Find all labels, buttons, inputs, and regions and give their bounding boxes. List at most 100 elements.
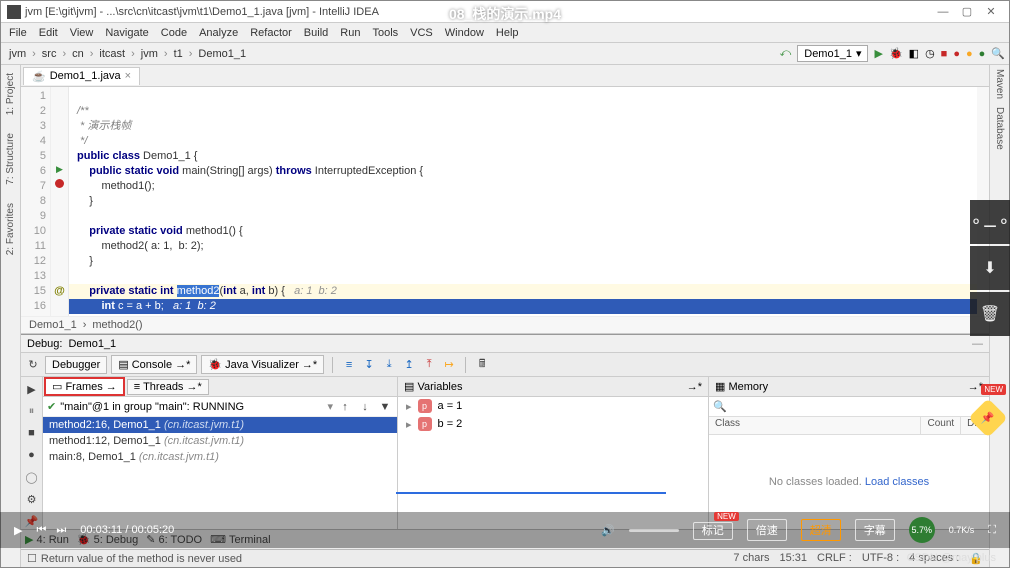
menu-vcs[interactable]: VCS bbox=[404, 25, 439, 41]
step-over-icon[interactable]: ≡ bbox=[341, 357, 357, 373]
crumb-jvm2[interactable]: jvm bbox=[137, 47, 162, 61]
tab-structure[interactable]: 7: Structure bbox=[4, 129, 17, 189]
tab-maven[interactable]: Maven bbox=[993, 65, 1006, 103]
filter-icon[interactable]: ▼ bbox=[377, 399, 393, 415]
tab-debug2[interactable]: 🐞5: Debug bbox=[77, 533, 138, 546]
force-step-icon[interactable]: ⤓ bbox=[381, 357, 397, 373]
debug-close-icon[interactable]: — bbox=[972, 338, 983, 350]
thread-combo[interactable]: "main"@1 in group "main": RUNNING bbox=[60, 401, 323, 413]
menu-file[interactable]: File bbox=[3, 25, 33, 41]
frame-item[interactable]: main:8, Demo1_1 (cn.itcast.jvm.t1) bbox=[43, 449, 397, 465]
drop-frame-icon[interactable]: ⤒ bbox=[421, 357, 437, 373]
frame-item[interactable]: method1:12, Demo1_1 (cn.itcast.jvm.t1) bbox=[43, 433, 397, 449]
menu-analyze[interactable]: Analyze bbox=[193, 25, 244, 41]
coverage-icon[interactable]: ◧ bbox=[909, 47, 919, 60]
frames-tab[interactable]: ▭ Frames → bbox=[44, 377, 125, 396]
stop-icon[interactable]: ■ bbox=[941, 48, 948, 60]
crumb-t1[interactable]: t1 bbox=[170, 47, 187, 61]
video-side-tools: ⚬⚊⚬ ⬇ 🗑 bbox=[970, 200, 1010, 336]
lock-icon[interactable]: 🔒 bbox=[969, 552, 983, 565]
load-classes-link[interactable]: Load classes bbox=[865, 476, 929, 488]
menu-view[interactable]: View bbox=[64, 25, 100, 41]
view-bp-icon[interactable]: ● bbox=[24, 447, 40, 463]
next-frame-icon[interactable]: ↓ bbox=[357, 399, 373, 415]
share-icon[interactable]: ⚬⚊⚬ bbox=[970, 200, 1010, 244]
crumb-cn[interactable]: cn bbox=[68, 47, 88, 61]
tab-terminal[interactable]: ⌨Terminal bbox=[210, 533, 270, 546]
profile-icon[interactable]: ◷ bbox=[925, 47, 935, 60]
line-numbers: 123456789101112131516171819 bbox=[21, 87, 51, 316]
crumb-itcast[interactable]: itcast bbox=[95, 47, 129, 61]
mute-bp-icon[interactable]: ◯ bbox=[24, 469, 40, 485]
mem-col-class[interactable]: Class bbox=[709, 417, 921, 434]
step-into-icon[interactable]: ↧ bbox=[361, 357, 377, 373]
code-editor[interactable]: 123456789101112131516171819 ▶@ /** * 演示栈… bbox=[21, 87, 989, 316]
mem-label: Memory bbox=[728, 381, 768, 393]
menu-navigate[interactable]: Navigate bbox=[99, 25, 154, 41]
delete-icon[interactable]: 🗑 bbox=[970, 292, 1010, 336]
editor-tabs: ☕ Demo1_1.java × bbox=[21, 65, 989, 87]
close-button[interactable]: ✕ bbox=[979, 5, 1003, 18]
minimize-button[interactable]: — bbox=[931, 6, 955, 18]
debug-side-toolbar: ▶ ⏸ ■ ● ◯ ⚙ 📌 bbox=[21, 377, 43, 529]
debug-icon[interactable]: 🐞 bbox=[889, 47, 903, 60]
tab-project[interactable]: 1: Project bbox=[4, 69, 17, 119]
prev-frame-icon[interactable]: ↑ bbox=[337, 399, 353, 415]
download-icon[interactable]: ⬇ bbox=[970, 246, 1010, 290]
attach-icon[interactable]: ● bbox=[966, 48, 973, 60]
menu-tools[interactable]: Tools bbox=[366, 25, 404, 41]
vars-label: Variables bbox=[417, 381, 462, 393]
menu-build[interactable]: Build bbox=[298, 25, 334, 41]
tab-visualizer[interactable]: 🐞Java Visualizer→* bbox=[201, 355, 324, 374]
var-row[interactable]: ▸pb = 2 bbox=[398, 415, 708, 433]
editor-gutter[interactable]: ▶@ bbox=[51, 87, 69, 316]
threads-tab[interactable]: ≡ Threads →* bbox=[127, 379, 209, 395]
menubar: File Edit View Navigate Code Analyze Ref… bbox=[1, 23, 1009, 43]
tab-favorites[interactable]: 2: Favorites bbox=[4, 199, 17, 259]
pin-icon[interactable]: 📌 bbox=[24, 513, 40, 529]
mem-col-count[interactable]: Count bbox=[921, 417, 961, 434]
menu-help[interactable]: Help bbox=[490, 25, 525, 41]
search-icon[interactable]: 🔍 bbox=[991, 47, 1005, 60]
tab-run[interactable]: ▶4: Run bbox=[25, 533, 69, 546]
bottom-tabs: ▶4: Run 🐞5: Debug ✎6: TODO ⌨Terminal bbox=[21, 529, 989, 549]
progress-indicator bbox=[396, 492, 666, 494]
run-to-cursor-icon[interactable]: ↦ bbox=[441, 357, 457, 373]
frames-list[interactable]: method2:16, Demo1_1 (cn.itcast.jvm.t1)me… bbox=[43, 417, 397, 529]
menu-edit[interactable]: Edit bbox=[33, 25, 64, 41]
pause-icon[interactable]: ⏸ bbox=[24, 403, 40, 419]
resume-icon[interactable]: ↻ bbox=[25, 357, 41, 373]
build-icon[interactable]: ⤺ bbox=[779, 47, 791, 60]
menu-refactor[interactable]: Refactor bbox=[244, 25, 298, 41]
frame-item[interactable]: method2:16, Demo1_1 (cn.itcast.jvm.t1) bbox=[43, 417, 397, 433]
vcs-icon[interactable]: ● bbox=[979, 48, 986, 60]
tab-console[interactable]: ▤Console→* bbox=[111, 355, 197, 374]
file-tab[interactable]: ☕ Demo1_1.java × bbox=[23, 67, 140, 85]
menu-window[interactable]: Window bbox=[439, 25, 490, 41]
debug-config[interactable]: Demo1_1 bbox=[68, 338, 116, 350]
menu-run[interactable]: Run bbox=[334, 25, 366, 41]
menu-code[interactable]: Code bbox=[155, 25, 193, 41]
editor-breadcrumb[interactable]: Demo1_1›method2() bbox=[21, 316, 989, 334]
maximize-button[interactable]: ▢ bbox=[955, 5, 979, 18]
step-out-icon[interactable]: ↥ bbox=[401, 357, 417, 373]
stop2-icon[interactable]: ■ bbox=[24, 425, 40, 441]
evaluate-icon[interactable]: 🖩 bbox=[474, 357, 490, 373]
var-row[interactable]: ▸pa = 1 bbox=[398, 397, 708, 415]
close-tab-icon[interactable]: × bbox=[125, 70, 131, 82]
vars-menu-icon[interactable]: →* bbox=[687, 381, 702, 393]
rerun-icon[interactable]: ▶ bbox=[24, 381, 40, 397]
crumb-jvm[interactable]: jvm bbox=[5, 47, 30, 61]
tab-todo[interactable]: ✎6: TODO bbox=[146, 533, 202, 546]
settings-icon[interactable]: ⚙ bbox=[24, 491, 40, 507]
crumb-file[interactable]: Demo1_1 bbox=[194, 47, 250, 61]
crumb-src[interactable]: src bbox=[38, 47, 61, 61]
run-config-combo[interactable]: Demo1_1▾ bbox=[797, 45, 868, 62]
tab-debugger[interactable]: Debugger bbox=[45, 356, 107, 374]
debug-label: Debug: bbox=[27, 338, 62, 350]
mem-search[interactable]: 🔍 bbox=[709, 397, 989, 417]
new-badge: NEW bbox=[981, 384, 1006, 395]
tab-database[interactable]: Database bbox=[993, 103, 1006, 154]
run-icon[interactable]: ▶ bbox=[874, 47, 882, 60]
record-icon[interactable]: ● bbox=[953, 48, 960, 60]
